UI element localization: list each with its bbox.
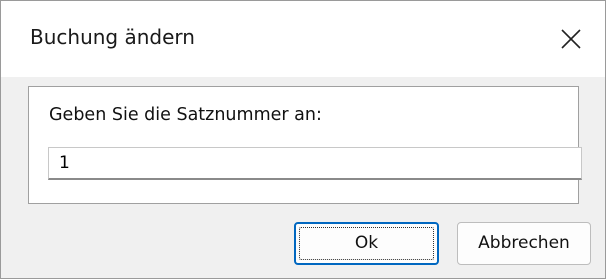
cancel-button[interactable]: Abbrechen: [457, 222, 591, 265]
record-number-input[interactable]: [48, 147, 582, 180]
record-number-label: Geben Sie die Satznummer an:: [49, 105, 322, 125]
ok-button[interactable]: Ok: [294, 222, 439, 265]
content-panel: Geben Sie die Satznummer an:: [28, 86, 582, 204]
ok-button-label: Ok: [354, 233, 379, 253]
cancel-button-label: Abbrechen: [478, 233, 570, 253]
dialog-window: Buchung ändern Geben Sie die Satznummer …: [0, 0, 606, 279]
close-icon: [561, 29, 581, 49]
dialog-title: Buchung ändern: [30, 25, 195, 49]
title-bar: Buchung ändern: [1, 1, 605, 77]
close-button[interactable]: [537, 1, 605, 77]
